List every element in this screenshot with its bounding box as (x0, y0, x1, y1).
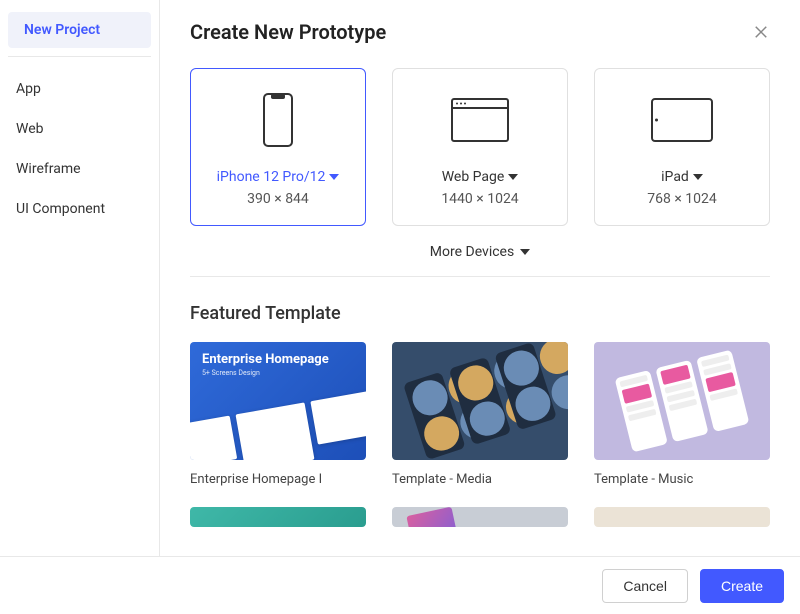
chevron-down-icon[interactable] (329, 174, 339, 180)
page-title: Create New Prototype (190, 20, 386, 44)
template-card-enterprise[interactable]: Enterprise Homepage 5+ Screens Design En… (190, 342, 366, 487)
device-name: iPad (661, 169, 689, 185)
create-button[interactable]: Create (700, 569, 784, 603)
cancel-button[interactable]: Cancel (602, 569, 688, 603)
device-name: iPhone 12 Pro/12 (217, 169, 326, 185)
template-name: Enterprise Homepage I (190, 472, 366, 487)
template-card-peek[interactable] (594, 507, 770, 539)
device-dimensions: 390 × 844 (247, 191, 309, 207)
sidebar-item-ui-component[interactable]: UI Component (0, 189, 159, 229)
device-dimensions: 768 × 1024 (647, 191, 717, 207)
sidebar: New Project App Web Wireframe UI Compone… (0, 0, 160, 614)
sidebar-tab-new-project[interactable]: New Project (8, 12, 151, 48)
more-devices-label: More Devices (430, 244, 514, 260)
phone-icon (263, 91, 293, 149)
device-card-ipad[interactable]: iPad 768 × 1024 (594, 68, 770, 226)
template-thumbnail (594, 507, 770, 527)
template-thumbnail (190, 507, 366, 527)
main-panel: Create New Prototype iPhone 12 Pro/12 39… (160, 0, 800, 614)
device-grid: iPhone 12 Pro/12 390 × 844 Web Pa (190, 68, 770, 226)
sidebar-item-wireframe[interactable]: Wireframe (0, 149, 159, 189)
template-card-peek[interactable] (190, 507, 366, 539)
chevron-down-icon (520, 249, 530, 255)
footer: Cancel Create (0, 556, 800, 614)
close-icon[interactable] (752, 23, 770, 41)
sidebar-item-web[interactable]: Web (0, 109, 159, 149)
device-dimensions: 1440 × 1024 (441, 191, 518, 207)
template-thumbnail: Enterprise Homepage 5+ Screens Design (190, 342, 366, 460)
chevron-down-icon[interactable] (693, 174, 703, 180)
template-grid: Enterprise Homepage 5+ Screens Design En… (190, 342, 770, 487)
device-card-iphone[interactable]: iPhone 12 Pro/12 390 × 844 (190, 68, 366, 226)
chevron-down-icon[interactable] (508, 174, 518, 180)
device-name: Web Page (442, 169, 505, 185)
template-thumbnail (392, 342, 568, 460)
template-card-peek[interactable] (392, 507, 568, 539)
more-devices-button[interactable]: More Devices (190, 244, 770, 277)
template-thumbnail (594, 342, 770, 460)
template-thumbnail (392, 507, 568, 527)
template-grid-row2 (190, 507, 770, 539)
device-card-web[interactable]: Web Page 1440 × 1024 (392, 68, 568, 226)
template-card-media[interactable]: Template - Media (392, 342, 568, 487)
featured-template-heading: Featured Template (190, 303, 770, 324)
sidebar-item-app[interactable]: App (0, 69, 159, 109)
template-name: Template - Media (392, 472, 568, 487)
template-name: Template - Music (594, 472, 770, 487)
browser-icon (451, 91, 509, 149)
divider (8, 56, 151, 57)
tablet-icon (651, 91, 713, 149)
template-card-music[interactable]: Template - Music (594, 342, 770, 487)
